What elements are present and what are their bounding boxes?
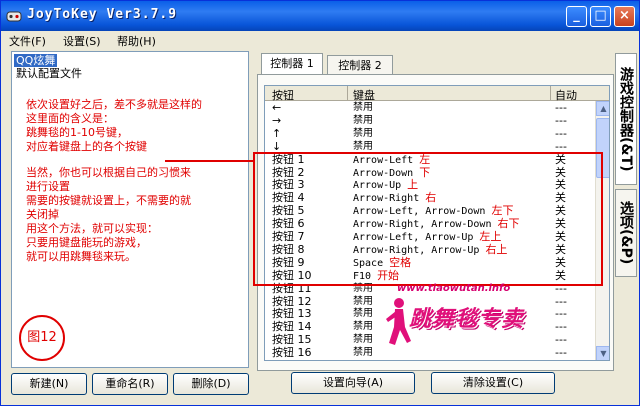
figure-label: 图12 <box>19 315 65 361</box>
cell-key-text: 禁用 <box>353 127 373 139</box>
cell-button: 按钮 15 <box>272 333 312 347</box>
window-title: JoyToKey Ver3.7.9 <box>27 7 178 22</box>
tab-options[interactable]: 选项(&P) <box>615 189 637 277</box>
close-button[interactable]: × <box>614 6 635 27</box>
cell-auto: --- <box>555 346 567 360</box>
cell-key-text: 禁用 <box>353 334 373 346</box>
cell-key-text: 禁用 <box>353 347 373 359</box>
annotation-note-1: 依次设置好之后，差不多就是这样的 这里面的含义是： 跳舞毯的1-10号键， 对应… <box>26 98 202 154</box>
header-divider[interactable] <box>550 86 551 101</box>
watermark: www.tiaowutan.info 跳舞毯专卖 <box>383 281 553 361</box>
cell-auto: --- <box>555 126 567 140</box>
config-item-default[interactable]: 默认配置文件 <box>14 67 84 80</box>
cell-button: 按钮 16 <box>272 346 312 360</box>
cell-auto: --- <box>555 294 567 308</box>
cell-key: 禁用 <box>353 115 373 127</box>
cell-key-text: 禁用 <box>353 102 373 113</box>
cell-key: 禁用 <box>353 347 373 359</box>
cell-key: 禁用 <box>353 141 373 153</box>
cell-key-text: 禁用 <box>353 140 373 152</box>
menu-help[interactable]: 帮助(H) <box>117 33 156 49</box>
setup-wizard-button[interactable]: 设置向导(A) <box>291 372 415 394</box>
cell-auto: --- <box>555 333 567 347</box>
note-line: 只要用键盘能玩的游戏， <box>26 236 147 249</box>
note-line: 依次设置好之后，差不多就是这样的 <box>26 98 202 111</box>
cell-button: 按钮 13 <box>272 307 312 321</box>
table-row[interactable]: ↓ 禁用 --- <box>265 139 609 153</box>
header-divider[interactable] <box>347 86 348 101</box>
minimize-button[interactable]: _ <box>566 6 587 27</box>
note-line: 关闭掉 <box>26 208 59 221</box>
tab-game-controller[interactable]: 游戏控制器(&T) <box>615 53 637 185</box>
delete-button[interactable]: 删除(D) <box>173 373 249 395</box>
table-row[interactable]: ← 禁用 --- <box>265 101 609 114</box>
cell-key-text: 禁用 <box>353 321 373 333</box>
note-line: 就可以用跳舞毯来玩。 <box>26 250 136 263</box>
grid-header: 按钮 键盘 自动 <box>265 86 609 103</box>
cell-key: 禁用 <box>353 334 373 346</box>
cell-auto: --- <box>555 139 567 153</box>
header-key[interactable]: 键盘 <box>353 87 375 103</box>
note-line: 这里面的含义是： <box>26 112 114 125</box>
cell-button: → <box>272 113 282 127</box>
app-window: JoyToKey Ver3.7.9 _ □ × 文件(F) 设置(S) 帮助(H… <box>0 0 640 406</box>
cell-auto: --- <box>555 113 567 127</box>
note-line: 对应着键盘上的各个按键 <box>26 140 147 153</box>
cell-auto: --- <box>555 101 567 114</box>
note-line: 需要的按键就设置上，不需要的就 <box>26 194 191 207</box>
app-icon <box>6 11 22 22</box>
maximize-button[interactable]: □ <box>590 6 611 27</box>
menu-settings[interactable]: 设置(S) <box>63 33 101 49</box>
cell-button: 按钮 14 <box>272 320 312 334</box>
cell-key-text: 禁用 <box>353 114 373 126</box>
cell-button: ↑ <box>272 126 282 140</box>
menu-bar: 文件(F) 设置(S) 帮助(H) <box>1 31 639 49</box>
cell-auto: --- <box>555 307 567 321</box>
cell-key-text: 禁用 <box>353 295 373 307</box>
cell-key-text: 禁用 <box>353 308 373 320</box>
title-bar[interactable]: JoyToKey Ver3.7.9 _ □ × <box>1 1 639 31</box>
cell-button: ← <box>272 101 282 114</box>
cell-key: 禁用 <box>353 296 373 308</box>
annotation-note-2: 当然，你也可以根据自己的习惯来 进行设置 需要的按键就设置上，不需要的就 关闭掉… <box>26 166 191 264</box>
cell-auto: --- <box>555 320 567 334</box>
scroll-up-icon[interactable]: ▲ <box>596 101 609 116</box>
cell-key: 禁用 <box>353 308 373 320</box>
note-line: 当然，你也可以根据自己的习惯来 <box>26 166 191 179</box>
annotation-leader-line <box>165 160 255 162</box>
note-line: 进行设置 <box>26 180 70 193</box>
note-line: 用这个方法，就可以实现： <box>26 222 158 235</box>
tab-controller-1[interactable]: 控制器 1 <box>261 53 323 76</box>
cell-button: 按钮 12 <box>272 294 312 308</box>
cell-button: ↓ <box>272 139 282 153</box>
rename-button[interactable]: 重命名(R) <box>92 373 168 395</box>
table-row[interactable]: ↑ 禁用 --- <box>265 126 609 140</box>
new-button[interactable]: 新建(N) <box>11 373 87 395</box>
clear-settings-button[interactable]: 清除设置(C) <box>431 372 555 394</box>
cell-key: 禁用 <box>353 102 373 114</box>
note-line: 跳舞毯的1-10号键， <box>26 126 128 139</box>
config-item-qqdance[interactable]: QQ炫舞 <box>14 54 58 67</box>
cell-key: 禁用 <box>353 128 373 140</box>
highlight-box <box>253 152 603 286</box>
scroll-down-icon[interactable]: ▼ <box>596 346 609 360</box>
table-row[interactable]: → 禁用 --- <box>265 113 609 127</box>
watermark-logo: 跳舞毯专卖 <box>409 307 525 332</box>
cell-key: 禁用 <box>353 321 373 333</box>
watermark-url: www.tiaowutan.info <box>397 283 511 294</box>
menu-file[interactable]: 文件(F) <box>9 33 46 49</box>
